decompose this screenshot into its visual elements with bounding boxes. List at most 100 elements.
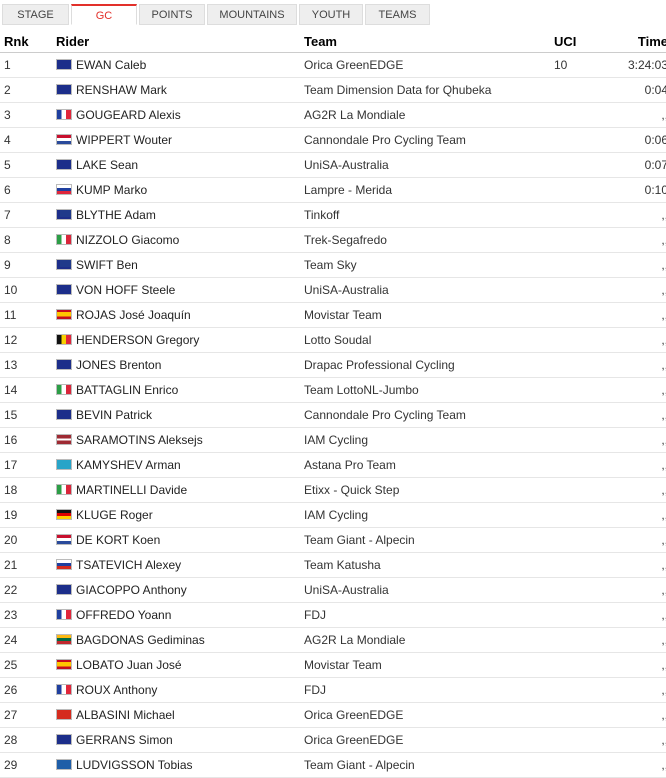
rider-link[interactable]: JONES Brenton (76, 358, 161, 372)
team-link[interactable]: Trek-Segafredo (304, 233, 387, 247)
team-link[interactable]: AG2R La Mondiale (304, 633, 405, 647)
flag-ru-icon (56, 559, 72, 570)
team-link[interactable]: AG2R La Mondiale (304, 108, 405, 122)
rider-cell: LAKE Sean (56, 152, 304, 178)
rider-cell: BLYTHE Adam (56, 202, 304, 228)
rider-link[interactable]: LUDVIGSSON Tobias (76, 758, 193, 772)
rider-link[interactable]: BATTAGLIN Enrico (76, 383, 178, 397)
team-link[interactable]: Drapac Professional Cycling (304, 358, 455, 372)
rider-link[interactable]: ROJAS José Joaquín (76, 308, 191, 322)
team-link[interactable]: Cannondale Pro Cycling Team (304, 408, 466, 422)
rider-link[interactable]: NIZZOLO Giacomo (76, 233, 179, 247)
rider-link[interactable]: KAMYSHEV Arman (76, 458, 181, 472)
rider-link[interactable]: SWIFT Ben (76, 258, 138, 272)
tab-points[interactable]: POINTS (139, 4, 205, 25)
team-link[interactable]: Etixx - Quick Step (304, 483, 399, 497)
team-cell: AG2R La Mondiale (304, 102, 554, 128)
team-link[interactable]: Tinkoff (304, 208, 339, 222)
time-cell: ,, (598, 377, 666, 403)
rider-cell: LUDVIGSSON Tobias (56, 752, 304, 778)
rider-link[interactable]: TSATEVICH Alexey (76, 558, 181, 572)
rider-link[interactable]: ROUX Anthony (76, 683, 157, 697)
tab-mountains[interactable]: MOUNTAINS (207, 4, 297, 25)
team-link[interactable]: Movistar Team (304, 308, 382, 322)
rank-cell: 4 (0, 127, 56, 153)
rider-link[interactable]: MARTINELLI Davide (76, 483, 187, 497)
team-link[interactable]: Team Giant - Alpecin (304, 758, 415, 772)
rider-link[interactable]: SARAMOTINS Aleksejs (76, 433, 203, 447)
table-row: 29 LUDVIGSSON Tobias Team Giant - Alpecin,… (0, 752, 666, 778)
tab-gc[interactable]: GC (71, 4, 137, 25)
time-cell: ,, (598, 477, 666, 503)
team-link[interactable]: UniSA-Australia (304, 158, 389, 172)
flag-au-icon (56, 284, 72, 295)
header-rider: Rider (56, 30, 304, 53)
team-cell: Lotto Soudal (304, 327, 554, 353)
team-cell: Lampre - Merida (304, 177, 554, 203)
uci-cell (554, 202, 598, 228)
rider-link[interactable]: KUMP Marko (76, 183, 147, 197)
team-link[interactable]: Team Dimension Data for Qhubeka (304, 83, 491, 97)
rider-link[interactable]: ALBASINI Michael (76, 708, 175, 722)
rank-cell: 17 (0, 452, 56, 478)
team-link[interactable]: Orica GreenEDGE (304, 733, 403, 747)
flag-fr-icon (56, 609, 72, 620)
team-link[interactable]: FDJ (304, 608, 326, 622)
rider-cell: HENDERSON Gregory (56, 327, 304, 353)
team-cell: Cannondale Pro Cycling Team (304, 127, 554, 153)
rider-cell: RENSHAW Mark (56, 77, 304, 103)
uci-cell (554, 627, 598, 653)
team-link[interactable]: FDJ (304, 683, 326, 697)
team-link[interactable]: Orica GreenEDGE (304, 708, 403, 722)
rider-link[interactable]: BAGDONAS Gediminas (76, 633, 205, 647)
tab-stage[interactable]: STAGE (2, 4, 69, 25)
team-cell: Team Giant - Alpecin (304, 527, 554, 553)
team-link[interactable]: Team LottoNL-Jumbo (304, 383, 419, 397)
rider-link[interactable]: GIACOPPO Anthony (76, 583, 187, 597)
rider-link[interactable]: KLUGE Roger (76, 508, 153, 522)
table-row: 14 BATTAGLIN Enrico Team LottoNL-Jumbo,, (0, 377, 666, 403)
team-link[interactable]: Orica GreenEDGE (304, 58, 403, 72)
rider-link[interactable]: DE KORT Koen (76, 533, 160, 547)
rider-link[interactable]: LOBATO Juan José (76, 658, 182, 672)
rider-link[interactable]: GERRANS Simon (76, 733, 173, 747)
team-link[interactable]: Team Giant - Alpecin (304, 533, 415, 547)
rider-link[interactable]: HENDERSON Gregory (76, 333, 199, 347)
rider-link[interactable]: BLYTHE Adam (76, 208, 156, 222)
rider-link[interactable]: WIPPERT Wouter (76, 133, 172, 147)
team-link[interactable]: Lotto Soudal (304, 333, 371, 347)
rider-link[interactable]: VON HOFF Steele (76, 283, 175, 297)
rank-cell: 15 (0, 402, 56, 428)
tab-teams[interactable]: TEAMS (365, 4, 430, 25)
rider-link[interactable]: LAKE Sean (76, 158, 138, 172)
uci-cell (554, 452, 598, 478)
tab-youth[interactable]: YOUTH (299, 4, 363, 25)
team-link[interactable]: Team Katusha (304, 558, 381, 572)
rider-cell: KUMP Marko (56, 177, 304, 203)
rider-link[interactable]: BEVIN Patrick (76, 408, 152, 422)
rider-link[interactable]: EWAN Caleb (76, 58, 146, 72)
team-link[interactable]: Team Sky (304, 258, 357, 272)
team-link[interactable]: Movistar Team (304, 658, 382, 672)
team-cell: AG2R La Mondiale (304, 627, 554, 653)
team-link[interactable]: Cannondale Pro Cycling Team (304, 133, 466, 147)
team-link[interactable]: UniSA-Australia (304, 583, 389, 597)
rank-cell: 14 (0, 377, 56, 403)
rider-link[interactable]: OFFREDO Yoann (76, 608, 171, 622)
team-cell: Team Katusha (304, 552, 554, 578)
team-link[interactable]: UniSA-Australia (304, 283, 389, 297)
team-link[interactable]: IAM Cycling (304, 433, 368, 447)
rider-link[interactable]: RENSHAW Mark (76, 83, 167, 97)
uci-cell (554, 577, 598, 603)
table-row: 26 ROUX Anthony FDJ,, (0, 677, 666, 703)
gc-results-table: Rnk Rider Team UCI Time 1 EWAN Caleb Orica… (0, 30, 666, 778)
flag-it-icon (56, 234, 72, 245)
rank-cell: 9 (0, 252, 56, 278)
header-rnk: Rnk (0, 30, 56, 53)
team-link[interactable]: IAM Cycling (304, 508, 368, 522)
team-cell: Trek-Segafredo (304, 227, 554, 253)
team-link[interactable]: Astana Pro Team (304, 458, 396, 472)
rider-link[interactable]: GOUGEARD Alexis (76, 108, 181, 122)
team-link[interactable]: Lampre - Merida (304, 183, 392, 197)
flag-au-icon (56, 734, 72, 745)
